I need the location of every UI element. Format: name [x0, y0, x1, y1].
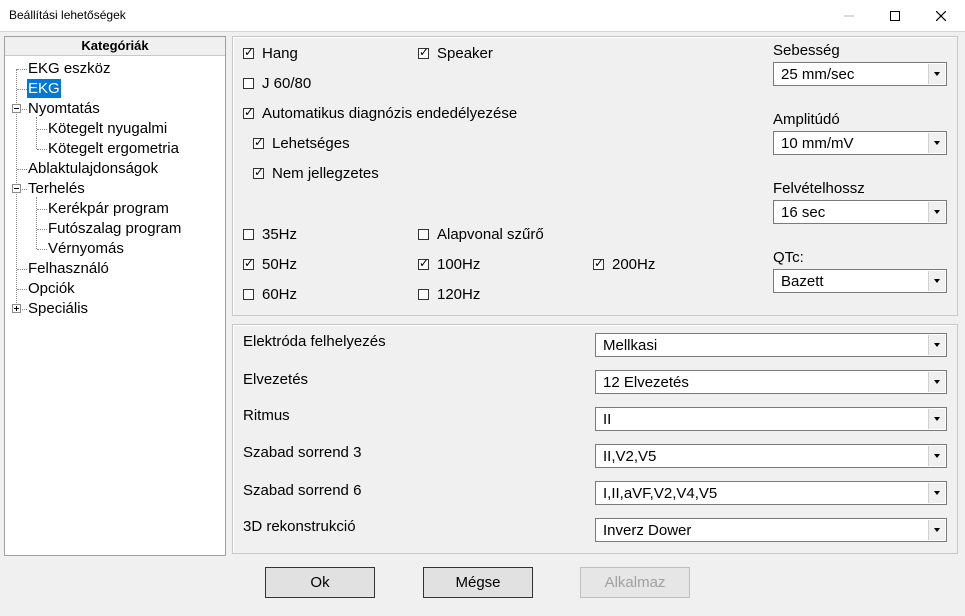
szabad-sorrend-3-select[interactable]: II,V2,V5 [595, 444, 947, 468]
checkbox-box [418, 289, 429, 300]
chevron-down-icon[interactable] [928, 483, 945, 503]
elvezetes-label: Elvezetés [243, 371, 309, 388]
szabad-sorrend-3-label: Szabad sorrend 3 [243, 444, 362, 461]
rekonstrukcio-select[interactable]: Inverz Dower [595, 518, 947, 542]
close-icon [936, 10, 946, 21]
minimize-button[interactable] [826, 0, 872, 31]
window-title: Beállítási lehetőségek [9, 8, 126, 22]
checkbox-box [243, 289, 254, 300]
tree-item-kotegelt-nyugalmi[interactable]: Kötegelt nyugalmi [47, 119, 168, 138]
collapse-icon[interactable] [12, 184, 21, 193]
nem-jellegzetes-checkbox[interactable]: Nem jellegzetes [253, 165, 379, 182]
amplitudo-select[interactable]: 10 mm/mV [773, 131, 947, 155]
apply-button[interactable]: Alkalmaz [580, 567, 690, 598]
hang-checkbox[interactable]: Hang [243, 45, 298, 62]
close-button[interactable] [918, 0, 964, 31]
checkbox-box [243, 105, 254, 119]
chevron-down-icon[interactable] [928, 372, 945, 392]
hz35-checkbox[interactable]: 35Hz [243, 226, 297, 243]
checkbox-box [253, 135, 264, 149]
qtc-label: QTc: [773, 249, 804, 266]
szabad-sorrend-6-label: Szabad sorrend 6 [243, 482, 362, 499]
checkbox-box [243, 229, 254, 240]
title-bar [0, 0, 965, 31]
minimize-icon [844, 15, 854, 16]
j6080-checkbox[interactable]: J 60/80 [243, 75, 311, 92]
alapvonal-szuro-checkbox[interactable]: Alapvonal szűrő [418, 226, 544, 243]
tree-line [36, 197, 37, 249]
title-divider [0, 31, 965, 32]
hz120-checkbox[interactable]: 120Hz [418, 286, 480, 303]
tree-item-nyomtatas[interactable]: Nyomtatás [27, 99, 101, 118]
lehetseges-checkbox[interactable]: Lehetséges [253, 135, 350, 152]
rekonstrukcio-label: 3D rekonstrukció [243, 518, 356, 535]
hz200-checkbox[interactable]: 200Hz [593, 256, 655, 273]
chevron-down-icon[interactable] [928, 133, 945, 153]
speaker-checkbox[interactable]: Speaker [418, 45, 493, 62]
elvezetes-select[interactable]: 12 Elvezetés [595, 370, 947, 394]
checkbox-box [243, 78, 254, 89]
szabad-sorrend-6-select[interactable]: I,II,aVF,V2,V4,V5 [595, 481, 947, 505]
ritmus-select[interactable]: II [595, 407, 947, 431]
chevron-down-icon[interactable] [928, 64, 945, 84]
tree-item-specialis[interactable]: Speciális [27, 299, 89, 318]
chevron-down-icon[interactable] [928, 520, 945, 540]
auto-diagnosis-checkbox[interactable]: Automatikus diagnózis endedélyezése [243, 105, 517, 122]
hz100-checkbox[interactable]: 100Hz [418, 256, 480, 273]
sebesseg-select[interactable]: 25 mm/sec [773, 62, 947, 86]
tree-item-opciok[interactable]: Opciók [27, 279, 76, 298]
tree-item-ekg[interactable]: EKG [27, 79, 61, 98]
checkbox-box [418, 256, 429, 270]
tree-item-futoszalag-program[interactable]: Futószalag program [47, 219, 182, 238]
tree-item-terheles[interactable]: Terhelés [27, 179, 86, 198]
checkbox-box [253, 165, 264, 179]
tree-item-vernyomas[interactable]: Vérnyomás [47, 239, 125, 258]
elektroda-label: Elektróda felhelyezés [243, 333, 386, 350]
chevron-down-icon[interactable] [928, 271, 945, 291]
elektroda-select[interactable]: Mellkasi [595, 333, 947, 357]
qtc-select[interactable]: Bazett [773, 269, 947, 293]
checkbox-box [418, 45, 429, 59]
ritmus-label: Ritmus [243, 407, 290, 424]
maximize-button[interactable] [872, 0, 918, 31]
hz50-checkbox[interactable]: 50Hz [243, 256, 297, 273]
tree-header: Kategóriák [5, 37, 225, 56]
ok-button[interactable]: Ok [265, 567, 375, 598]
checkbox-box [418, 229, 429, 240]
checkbox-box [243, 45, 254, 59]
maximize-icon [890, 10, 900, 21]
felvetelhossz-label: Felvételhossz [773, 180, 865, 197]
hz60-checkbox[interactable]: 60Hz [243, 286, 297, 303]
tree-item-kotegelt-ergometria[interactable]: Kötegelt ergometria [47, 139, 180, 158]
tree-line [36, 117, 37, 149]
chevron-down-icon[interactable] [928, 409, 945, 429]
amplitudo-label: Amplitúdó [773, 111, 840, 128]
category-tree[interactable]: Kategóriák EKG eszköz EKG Nyomtatás Köte… [4, 36, 226, 556]
chevron-down-icon[interactable] [928, 202, 945, 222]
sebesseg-label: Sebesség [773, 42, 840, 59]
chevron-down-icon[interactable] [928, 446, 945, 466]
tree-item-ablaktulajdonsagok[interactable]: Ablaktulajdonságok [27, 159, 159, 178]
tree-item-kerekpar-program[interactable]: Kerékpár program [47, 199, 170, 218]
checkbox-box [593, 256, 604, 270]
expand-icon[interactable] [12, 304, 21, 313]
cancel-button[interactable]: Mégse [423, 567, 533, 598]
felvetelhossz-select[interactable]: 16 sec [773, 200, 947, 224]
collapse-icon[interactable] [12, 104, 21, 113]
checkbox-box [243, 256, 254, 270]
chevron-down-icon[interactable] [928, 335, 945, 355]
tree-item-felhasznalo[interactable]: Felhasználó [27, 259, 110, 278]
tree-item-ekg-eszkoz[interactable]: EKG eszköz [27, 59, 112, 78]
